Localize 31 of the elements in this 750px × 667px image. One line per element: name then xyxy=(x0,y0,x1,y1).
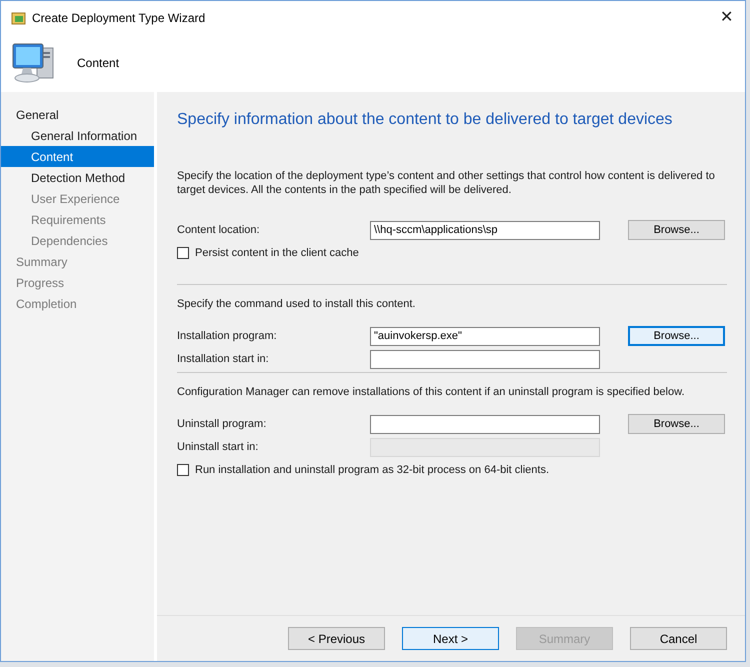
nav-item[interactable]: Content xyxy=(1,146,154,167)
field-label: Installation start in: xyxy=(177,352,270,367)
wizard-button[interactable]: < Previous xyxy=(288,627,385,650)
page-heading: Specify information about the content to be delivered to target devices xyxy=(177,110,674,130)
nav-item[interactable]: General Information xyxy=(1,125,154,146)
browse-button[interactable]: Browse... xyxy=(628,326,725,346)
section-text: Specify the command used to install this content. xyxy=(177,298,416,310)
window-title: Create Deployment Type Wizard xyxy=(32,10,206,26)
page-header-title: Content xyxy=(77,55,120,72)
checkbox[interactable] xyxy=(177,247,189,259)
browse-button[interactable]: Browse... xyxy=(628,414,725,434)
intro-text: Specify the location of the deployment type’s content and other settings that control how content is delivered to target devices. All the contents in the path specified will be delivered. xyxy=(177,169,716,197)
app-icon xyxy=(11,10,26,24)
text-field[interactable]: \\hq-sccm\applications\sp xyxy=(370,220,600,240)
text-field[interactable] xyxy=(370,414,600,434)
field-label: Content location: xyxy=(177,222,261,238)
checkbox-label: Persist content in the client cache xyxy=(195,246,359,261)
nav-item[interactable]: General xyxy=(1,104,154,125)
browse-button[interactable]: Browse... xyxy=(628,220,725,240)
wizard-button[interactable]: Cancel xyxy=(630,627,727,650)
field-label: Installation program: xyxy=(177,328,278,344)
nav-item[interactable]: Detection Method xyxy=(1,167,154,188)
field-label: Uninstall start in: xyxy=(177,440,260,455)
text-field[interactable] xyxy=(370,350,600,368)
checkbox-label: Run installation and uninstall program as 32-bit process on 64-bit clients. xyxy=(195,462,550,478)
checkbox[interactable] xyxy=(177,464,189,476)
section-text: Configuration Manager can remove installations of this content if an uninstall program is specified below. xyxy=(177,386,684,398)
text-field[interactable]: "auinvokersp.exe" xyxy=(370,326,600,346)
close-button[interactable]: ✕ xyxy=(720,10,733,26)
field-label: Uninstall program: xyxy=(177,416,268,432)
wizard-button[interactable]: Next > xyxy=(402,627,499,650)
